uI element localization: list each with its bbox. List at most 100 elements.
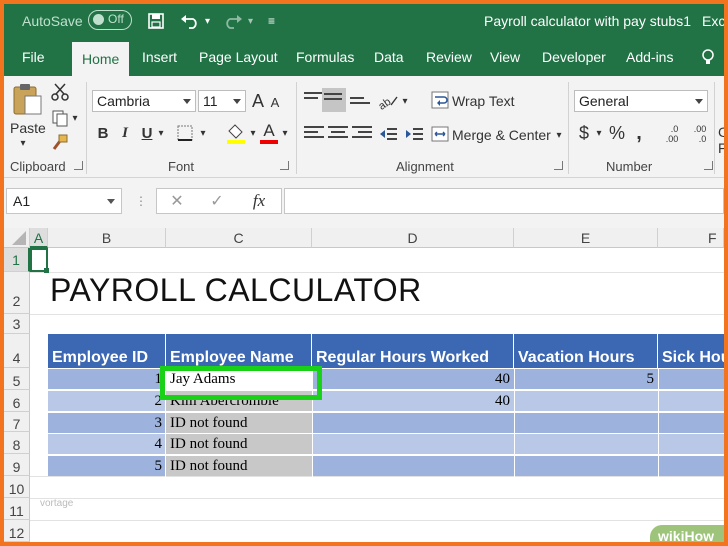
number-format-select[interactable]: General	[574, 90, 708, 112]
formula-input[interactable]	[284, 188, 724, 214]
align-center-icon[interactable]	[328, 126, 348, 142]
tell-me-icon[interactable]	[700, 38, 716, 76]
paste-button[interactable]: Paste	[10, 120, 46, 136]
header-employee-id[interactable]: Employee ID	[48, 334, 166, 368]
row-header-8[interactable]: 8	[4, 432, 30, 454]
font-size-select[interactable]: 11	[198, 90, 246, 112]
customize-qat-icon[interactable]: ≡	[268, 4, 275, 38]
cell-employee-id[interactable]: 3	[48, 413, 163, 433]
header-vacation-hours[interactable]: Vacation Hours	[514, 334, 658, 368]
format-as-table-button[interactable]: Fo	[718, 140, 724, 156]
autosave-toggle[interactable]: Off	[88, 10, 132, 30]
align-right-icon[interactable]	[352, 126, 372, 142]
tab-data[interactable]: Data	[374, 38, 404, 76]
copy-icon[interactable]	[50, 108, 70, 128]
fill-color-icon[interactable]	[224, 120, 248, 146]
tab-view[interactable]: View	[490, 38, 520, 76]
tab-review[interactable]: Review	[426, 38, 472, 76]
clipboard-launcher-icon[interactable]	[74, 161, 83, 170]
enter-icon[interactable]: ✓	[207, 191, 227, 211]
fill-handle[interactable]	[44, 268, 49, 273]
italic-button[interactable]: I	[116, 122, 134, 144]
wrap-text-button[interactable]: Wrap Text	[452, 93, 515, 109]
save-icon[interactable]	[148, 4, 164, 38]
row-header-9[interactable]: 9	[4, 454, 30, 476]
row-header-1[interactable]: 1	[4, 248, 30, 272]
align-left-icon[interactable]	[304, 126, 324, 142]
conditional-formatting-button[interactable]: Co	[718, 124, 724, 140]
cell-regular-hours[interactable]: 40	[312, 369, 510, 389]
underline-button[interactable]: U	[138, 122, 156, 144]
cell-employee-name[interactable]: ID not found	[170, 434, 310, 454]
name-box[interactable]: A1	[6, 188, 122, 214]
tab-home[interactable]: Home	[72, 42, 130, 76]
redo-icon[interactable]	[223, 4, 243, 38]
row-header-5[interactable]: 5	[4, 368, 30, 390]
increase-decimal-button[interactable]: .0 .00	[660, 120, 684, 148]
column-header-c[interactable]: C	[166, 228, 312, 248]
column-header-a[interactable]: A	[30, 228, 48, 248]
borders-dropdown-icon[interactable]: ▾	[198, 124, 208, 142]
bottom-align-icon[interactable]	[350, 92, 370, 108]
cell-regular-hours[interactable]: 40	[312, 391, 510, 411]
tab-developer[interactable]: Developer	[542, 38, 606, 76]
row-header-11[interactable]: 11	[4, 498, 30, 520]
orientation-icon[interactable]: ab	[376, 90, 400, 112]
tab-page-layout[interactable]: Page Layout	[199, 38, 278, 76]
format-painter-icon[interactable]	[50, 132, 70, 152]
column-header-d[interactable]: D	[312, 228, 514, 248]
tab-formulas[interactable]: Formulas	[296, 38, 354, 76]
decrease-decimal-button[interactable]: .00 .0	[688, 120, 712, 148]
cell-employee-id[interactable]: 4	[48, 434, 163, 454]
cell-employee-name[interactable]: ID not found	[170, 413, 310, 433]
underline-dropdown-icon[interactable]: ▾	[156, 124, 166, 142]
wrap-text-icon[interactable]	[430, 90, 450, 110]
undo-dropdown-icon[interactable]: ▾	[205, 4, 210, 38]
accounting-format-button[interactable]: $	[576, 122, 592, 144]
font-name-select[interactable]: Cambria	[92, 90, 196, 112]
bold-button[interactable]: B	[94, 122, 112, 144]
row-header-10[interactable]: 10	[4, 476, 30, 498]
column-header-f[interactable]: F	[658, 228, 724, 248]
cell-employee-id[interactable]: 5	[48, 456, 163, 476]
row-header-7[interactable]: 7	[4, 412, 30, 432]
cancel-icon[interactable]: ✕	[167, 191, 187, 211]
undo-icon[interactable]	[180, 4, 200, 38]
header-sick-hours[interactable]: Sick Hou	[658, 334, 724, 368]
column-header-e[interactable]: E	[514, 228, 658, 248]
row-header-2[interactable]: 2	[4, 272, 30, 314]
increase-indent-icon[interactable]	[402, 124, 426, 144]
select-all-corner[interactable]	[4, 228, 30, 248]
tab-add-ins[interactable]: Add-ins	[626, 38, 673, 76]
fill-color-dropdown-icon[interactable]: ▾	[248, 124, 258, 142]
merge-center-button[interactable]: Merge & Center	[452, 127, 551, 143]
cell-employee-id[interactable]: 1	[48, 369, 163, 389]
column-header-b[interactable]: B	[48, 228, 166, 248]
insert-function-icon[interactable]: fx	[247, 191, 271, 211]
tab-insert[interactable]: Insert	[142, 38, 177, 76]
redo-dropdown-icon[interactable]: ▾	[248, 4, 253, 38]
row-header-3[interactable]: 3	[4, 314, 30, 334]
header-employee-name[interactable]: Employee Name	[166, 334, 312, 368]
font-launcher-icon[interactable]	[280, 161, 289, 170]
paste-dropdown-icon[interactable]: ▾	[18, 138, 28, 149]
merge-dropdown-icon[interactable]: ▾	[554, 128, 564, 142]
header-regular-hours[interactable]: Regular Hours Worked	[312, 334, 514, 368]
row-header-6[interactable]: 6	[4, 390, 30, 412]
decrease-indent-icon[interactable]	[376, 124, 400, 144]
accounting-dropdown-icon[interactable]: ▾	[594, 124, 604, 142]
tab-file[interactable]: File	[22, 38, 45, 76]
increase-font-size-button[interactable]: A	[250, 90, 266, 112]
font-color-dropdown-icon[interactable]: ▾	[280, 124, 290, 142]
font-color-button[interactable]: A	[258, 120, 280, 146]
orientation-dropdown-icon[interactable]: ▾	[400, 94, 410, 108]
cell-employee-id[interactable]: 2	[48, 391, 163, 411]
paste-icon[interactable]	[10, 82, 44, 116]
middle-align-icon[interactable]	[322, 88, 346, 112]
row-header-4[interactable]: 4	[4, 334, 30, 368]
percent-style-button[interactable]: %	[608, 122, 626, 144]
comma-style-button[interactable]: ,	[632, 122, 646, 144]
number-launcher-icon[interactable]	[704, 161, 713, 170]
decrease-font-size-button[interactable]: A	[268, 92, 282, 112]
cell-employee-name[interactable]: ID not found	[170, 456, 310, 476]
